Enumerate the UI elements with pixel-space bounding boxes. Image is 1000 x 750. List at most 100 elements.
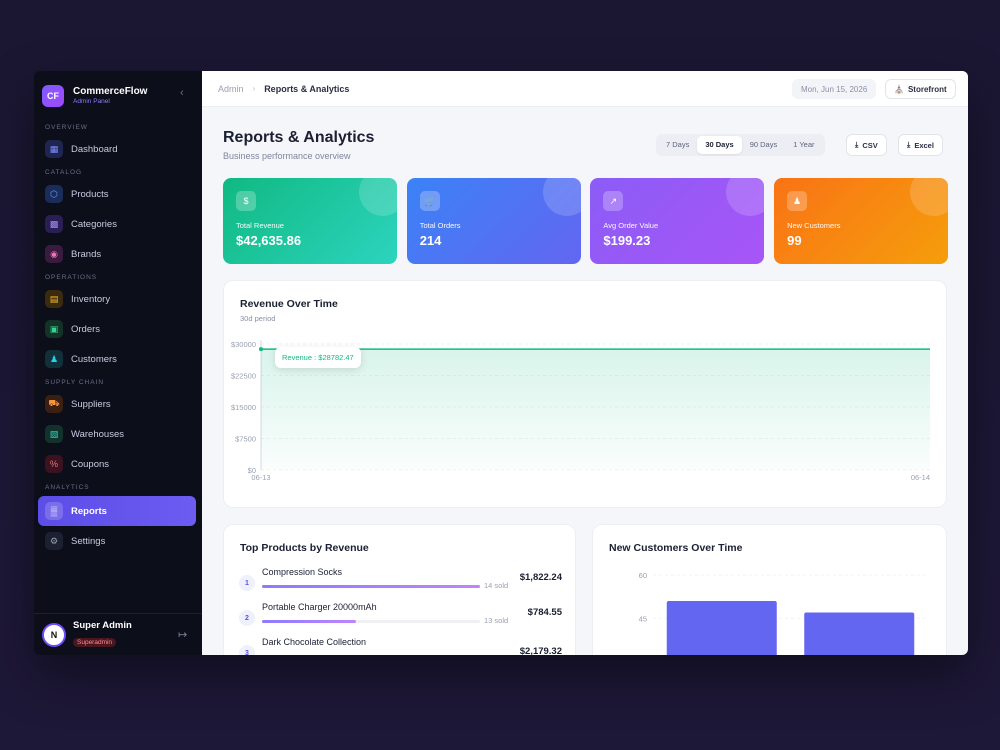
product-sold: 13 sold — [484, 616, 509, 625]
box-icon: ⬡ — [45, 185, 63, 203]
user-name: Super Admin — [73, 620, 132, 631]
product-name: Portable Charger 20000mAh — [262, 602, 377, 612]
kpi-value: $199.23 — [603, 233, 651, 248]
export-excel-label: Excel — [914, 140, 934, 150]
sidebar-item-coupons[interactable]: % Coupons — [34, 449, 197, 479]
revenue-card: Revenue Over Time 30d period $0 $7500 $150… — [223, 280, 947, 508]
sidebar-item-label: Dashboard — [71, 143, 118, 155]
sidebar-item-reports[interactable]: ▒ Reports — [38, 496, 196, 526]
sidebar-section-label: ANALYTICS — [45, 484, 90, 491]
product-name: Compression Socks — [262, 567, 343, 577]
x-tick-label: 06-14 — [911, 473, 930, 482]
y-tick-label: $7500 — [235, 435, 256, 444]
user-box: N Super Admin Superadmin ↦ — [34, 613, 202, 655]
gear-icon: ⚙ — [45, 532, 63, 550]
logout-icon[interactable]: ↦ — [178, 628, 187, 641]
sidebar-item-label: Warehouses — [71, 428, 124, 440]
sidebar-item-settings[interactable]: ⚙ Settings — [34, 526, 197, 556]
product-row[interactable]: 1 Compression Socks 14 sold $1,822.24 — [239, 567, 562, 601]
x-tick-label: 06-13 — [251, 473, 270, 482]
sidebar-item-suppliers[interactable]: ⛟ Suppliers — [34, 389, 197, 419]
decorative-circle — [726, 178, 765, 216]
product-revenue: $2,179.32 — [519, 646, 562, 655]
sidebar-item-brands[interactable]: ◉ Brands — [34, 239, 197, 269]
product-bar-track — [262, 585, 480, 588]
export-csv-label: CSV — [862, 140, 878, 150]
date-range-selector: 7 Days 30 Days 90 Days 1 Year — [656, 134, 825, 156]
product-row[interactable]: 2 Portable Charger 20000mAh 13 sold $784… — [239, 602, 562, 636]
sidebar-item-label: Products — [71, 188, 109, 200]
sidebar-item-inventory[interactable]: ▤ Inventory — [34, 284, 197, 314]
storefront-label: Storefront — [907, 84, 947, 94]
sidebar-item-warehouses[interactable]: ▧ Warehouses — [34, 419, 197, 449]
y-tick-label: 60 — [639, 571, 647, 580]
kpi-label: New Customers — [787, 221, 841, 230]
chevron-right-icon: › — [252, 84, 256, 93]
sidebar-section-label: OPERATIONS — [45, 274, 98, 281]
sidebar-item-products[interactable]: ⬡ Products — [34, 179, 197, 209]
customers-bar — [666, 600, 777, 655]
sidebar-nav: OVERVIEW ▦ Dashboard CATALOG ⬡ Products ▩ Categ… — [34, 122, 202, 556]
export-excel-button[interactable]: ⤓ Excel — [898, 134, 943, 156]
product-row[interactable]: 3 Dark Chocolate Collection $2,179.32 — [239, 637, 562, 655]
kpi-card-total-orders: 🛒 Total Orders 214 — [406, 178, 581, 264]
collapse-sidebar-icon[interactable]: ‹ — [180, 87, 184, 99]
main-content: Admin › Reports & Analytics Mon, Jun 15,… — [202, 71, 968, 655]
range-option[interactable]: 7 Days — [658, 136, 697, 154]
sidebar-item-dashboard[interactable]: ▦ Dashboard — [34, 134, 197, 164]
users-icon: ♟ — [787, 191, 808, 211]
cart-icon: 🛒 — [419, 191, 440, 211]
new-customers-card: New Customers Over Time 30 45 60 — [592, 524, 947, 655]
product-rank: 3 — [239, 645, 255, 655]
kpi-value: $42,635.86 — [236, 233, 302, 248]
range-option[interactable]: 90 Days — [742, 136, 786, 154]
avatar[interactable]: N — [42, 622, 66, 647]
sidebar-item-customers[interactable]: ♟ Customers — [34, 344, 197, 374]
sidebar-item-orders[interactable]: ▣ Orders — [34, 314, 197, 344]
brand: CF CommerceFlow Admin Panel — [34, 71, 202, 111]
download-icon: ⤓ — [907, 140, 911, 149]
revenue-tooltip: Revenue : $28782.47 — [275, 347, 361, 368]
clipboard-icon: ▣ — [45, 320, 63, 338]
y-tick-label: $30000 — [231, 340, 256, 349]
product-rank: 1 — [239, 575, 255, 591]
user-role-badge: Superadmin — [73, 638, 117, 647]
export-csv-button[interactable]: ⤓ CSV — [846, 134, 887, 156]
kpi-value: 99 — [787, 233, 802, 248]
kpi-label: Total Revenue — [236, 221, 284, 230]
grid-icon: ▦ — [45, 140, 63, 158]
range-option[interactable]: 1 Year — [785, 136, 822, 154]
y-tick-label: $15000 — [231, 403, 256, 412]
top-products-card: Top Products by Revenue 1 Compression So… — [223, 524, 576, 655]
trend-up-icon: ↗ — [603, 191, 624, 211]
breadcrumb-root[interactable]: Admin — [218, 84, 244, 94]
sidebar-item-label: Coupons — [71, 458, 110, 470]
breadcrumb-current: Reports & Analytics — [264, 83, 350, 94]
brand-name: CommerceFlow — [73, 85, 148, 97]
kpi-card-avg-order-value: ↗ Avg Order Value $199.23 — [590, 178, 765, 264]
product-bar — [262, 620, 356, 623]
product-revenue: $1,822.24 — [519, 572, 562, 583]
sidebar-item-categories[interactable]: ▩ Categories — [34, 209, 197, 239]
truck-icon: ⛟ — [45, 395, 63, 413]
sidebar-item-label: Settings — [71, 535, 106, 547]
inventory-icon: ▤ — [45, 290, 63, 308]
kpi-label: Total Orders — [419, 221, 461, 230]
kpi-card-total-revenue: $ Total Revenue $42,635.86 — [223, 178, 397, 264]
page-title: Reports & Analytics — [223, 129, 375, 146]
decorative-circle — [542, 178, 581, 216]
sidebar-section-label: CATALOG — [45, 169, 83, 176]
sidebar-section-label: OVERVIEW — [45, 124, 88, 131]
range-option[interactable]: 30 Days — [697, 136, 742, 154]
date-display: Mon, Jun 15, 2026 — [792, 79, 877, 99]
product-bar-track — [262, 620, 480, 623]
revenue-area — [261, 349, 930, 470]
sidebar-item-label: Suppliers — [71, 398, 111, 410]
sidebar-item-label: Customers — [71, 353, 117, 365]
storefront-button[interactable]: ⛪ Storefront — [885, 79, 956, 99]
bar-chart-icon: ▒ — [45, 502, 63, 520]
product-revenue: $784.55 — [527, 607, 562, 618]
sidebar-item-label: Reports — [71, 505, 107, 517]
product-rank: 2 — [239, 610, 255, 626]
product-name: Dark Chocolate Collection — [262, 637, 367, 647]
